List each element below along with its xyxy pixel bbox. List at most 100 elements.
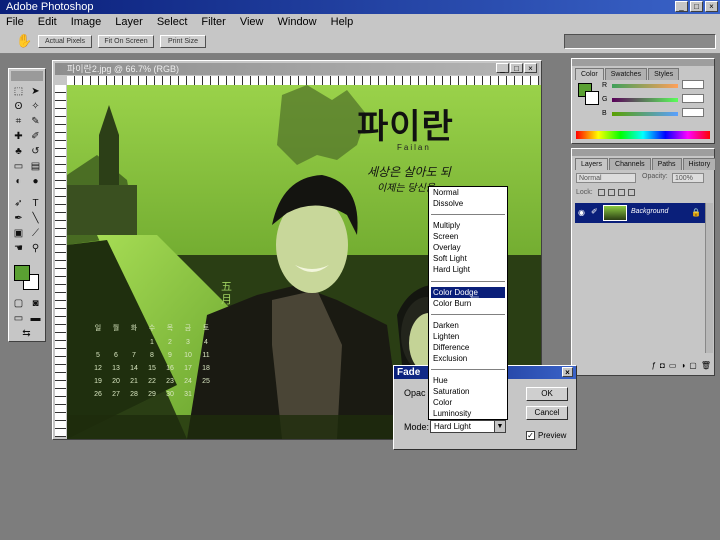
screen-mode-icon[interactable]: ▭ <box>11 312 26 325</box>
healing-brush-icon[interactable]: ✚ <box>11 130 26 143</box>
eyedropper-tool-icon[interactable]: ⟋ <box>28 227 43 240</box>
layer-visibility-eye-icon[interactable]: ◉ <box>578 208 585 217</box>
channel-r-slider[interactable] <box>612 84 678 88</box>
doc-close-button[interactable]: × <box>524 63 537 73</box>
blend-option-saturation[interactable]: Saturation <box>431 386 505 397</box>
blend-option-dissolve[interactable]: Dissolve <box>431 198 505 209</box>
blend-option-lighten[interactable]: Lighten <box>431 331 505 342</box>
blend-option-darken[interactable]: Darken <box>431 320 505 331</box>
fade-ok-button[interactable]: OK <box>526 387 568 401</box>
adjustment-layer-icon[interactable]: ◑ <box>680 360 685 372</box>
actual-pixels-button[interactable]: Actual Pixels <box>38 35 92 48</box>
menu-edit[interactable]: Edit <box>38 14 57 30</box>
layer-style-icon[interactable]: ƒ <box>652 360 656 372</box>
gradient-tool-icon[interactable]: ▤ <box>28 160 43 173</box>
hand-tool-icon[interactable]: ☚ <box>11 242 26 255</box>
tab-layers[interactable]: Layers <box>575 158 609 170</box>
doc-minimize-button[interactable]: _ <box>496 63 509 73</box>
fade-preview-checkbox[interactable]: ✓ <box>526 431 535 440</box>
layers-scrollbar[interactable] <box>705 203 713 353</box>
slice-tool-icon[interactable]: ✎ <box>28 115 43 128</box>
standard-mode-icon[interactable]: ▢ <box>11 297 26 310</box>
layer-mask-icon[interactable]: ◘ <box>660 360 665 372</box>
blend-option-luminosity[interactable]: Luminosity <box>431 408 505 419</box>
channel-g-input[interactable] <box>682 94 704 103</box>
menu-file[interactable]: File <box>6 14 24 30</box>
menu-image[interactable]: Image <box>71 14 102 30</box>
blend-option-soft-light[interactable]: Soft Light <box>431 253 505 264</box>
shape-tool-icon[interactable]: ╲ <box>28 212 43 225</box>
blend-option-color-dodge[interactable]: Color Dodge <box>431 287 505 298</box>
color-bg-swatch[interactable] <box>585 91 599 105</box>
type-tool-icon[interactable]: T <box>28 197 43 210</box>
blend-option-color[interactable]: Color <box>431 397 505 408</box>
menu-help[interactable]: Help <box>331 14 354 30</box>
blend-option-hard-light[interactable]: Hard Light <box>431 264 505 275</box>
color-ramp[interactable] <box>576 131 710 139</box>
channel-b-slider[interactable] <box>612 112 678 116</box>
marquee-tool-icon[interactable]: ⬚ <box>11 85 26 98</box>
layer-blend-mode-select[interactable]: Normal <box>576 173 636 183</box>
blend-option-normal[interactable]: Normal <box>431 187 505 198</box>
channel-b-input[interactable] <box>682 108 704 117</box>
tab-channels[interactable]: Channels <box>609 158 651 170</box>
tab-history[interactable]: History <box>682 158 717 170</box>
foreground-color-swatch-top[interactable] <box>14 265 30 281</box>
tab-paths[interactable]: Paths <box>651 158 682 170</box>
blend-option-screen[interactable]: Screen <box>431 231 505 242</box>
brush-tool-icon[interactable]: ✐ <box>28 130 43 143</box>
pen-tool-icon[interactable]: ✒ <box>11 212 26 225</box>
lock-position-checkbox[interactable] <box>618 189 625 196</box>
layer-set-icon[interactable]: ▭ <box>669 360 677 372</box>
maximize-button[interactable]: □ <box>690 1 703 12</box>
fade-cancel-button[interactable]: Cancel <box>526 406 568 420</box>
menu-filter[interactable]: Filter <box>201 14 225 30</box>
menu-view[interactable]: View <box>240 14 264 30</box>
channel-g-slider[interactable] <box>612 98 678 102</box>
jump-to-imageready-icon[interactable]: ⇆ <box>19 327 34 340</box>
blend-option-exclusion[interactable]: Exclusion <box>431 353 505 364</box>
menu-select[interactable]: Select <box>157 14 188 30</box>
tab-color[interactable]: Color <box>575 68 604 80</box>
eraser-tool-icon[interactable]: ▭ <box>11 160 26 173</box>
blend-option-difference[interactable]: Difference <box>431 342 505 353</box>
lock-transparency-checkbox[interactable] <box>598 189 605 196</box>
channel-r-input[interactable] <box>682 80 704 89</box>
fit-on-screen-button[interactable]: Fit On Screen <box>98 35 154 48</box>
tab-styles[interactable]: Styles <box>648 68 680 80</box>
blend-option-color-burn[interactable]: Color Burn <box>431 298 505 309</box>
menu-window[interactable]: Window <box>278 14 317 30</box>
palette-well[interactable] <box>564 34 716 49</box>
lock-image-checkbox[interactable] <box>608 189 615 196</box>
blend-option-hue[interactable]: Hue <box>431 375 505 386</box>
blend-option-overlay[interactable]: Overlay <box>431 242 505 253</box>
zoom-tool-icon[interactable]: ⚲ <box>28 242 43 255</box>
quick-mask-icon[interactable]: ◙ <box>28 297 43 310</box>
blur-tool-icon[interactable]: ◐ <box>11 175 26 188</box>
close-button[interactable]: × <box>705 1 718 12</box>
menu-layer[interactable]: Layer <box>115 14 143 30</box>
blend-mode-dropdown[interactable]: Normal Dissolve Multiply Screen Overlay … <box>428 186 508 420</box>
dodge-tool-icon[interactable]: ● <box>28 175 43 188</box>
layer-opacity-input[interactable]: 100% <box>672 173 704 183</box>
layer-row-background[interactable]: ◉ ✐ Background 🔒 <box>575 203 705 223</box>
notes-tool-icon[interactable]: ▣ <box>11 227 26 240</box>
clone-stamp-icon[interactable]: ♣ <box>11 145 26 158</box>
crop-tool-icon[interactable]: ⌗ <box>11 115 26 128</box>
minimize-button[interactable]: _ <box>675 1 688 12</box>
magic-wand-tool-icon[interactable]: ✧ <box>28 100 43 113</box>
lock-all-checkbox[interactable] <box>628 189 635 196</box>
history-brush-icon[interactable]: ↺ <box>28 145 43 158</box>
move-tool-icon[interactable]: ➤ <box>28 85 43 98</box>
fade-mode-select[interactable]: Hard Light ▼ <box>430 420 506 433</box>
doc-maximize-button[interactable]: □ <box>510 63 523 73</box>
tab-swatches[interactable]: Swatches <box>604 68 648 80</box>
chevron-down-icon[interactable]: ▼ <box>494 421 505 432</box>
fade-close-button[interactable]: × <box>562 367 573 377</box>
path-selection-icon[interactable]: ➶ <box>11 197 26 210</box>
print-size-button[interactable]: Print Size <box>160 35 206 48</box>
lasso-tool-icon[interactable]: ʘ <box>11 100 26 113</box>
delete-layer-icon[interactable]: 🗑 <box>701 360 711 372</box>
full-screen-mode-icon[interactable]: ▬ <box>28 312 43 325</box>
new-layer-icon[interactable]: ▢ <box>689 360 697 372</box>
